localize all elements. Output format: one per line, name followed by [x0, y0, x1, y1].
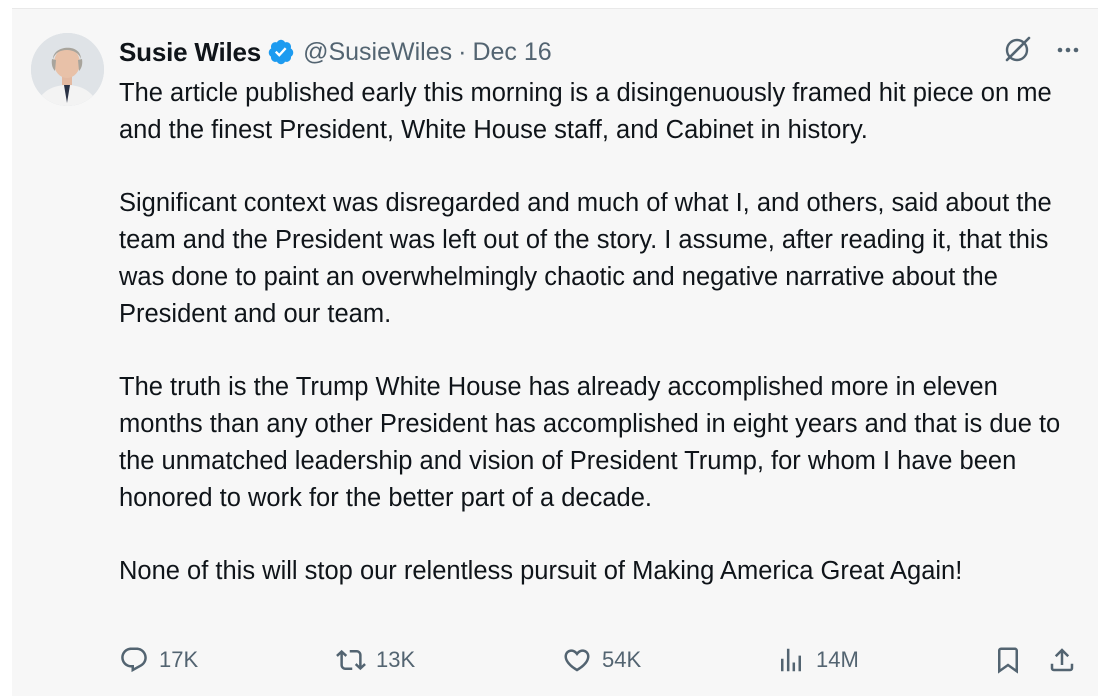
tweet-paragraph: The truth is the Trump White House has a… [119, 373, 1061, 512]
like-button[interactable]: 54K [562, 645, 641, 675]
reply-count: 17K [159, 647, 199, 672]
tweet-paragraph: The article published early this morning… [119, 79, 1052, 144]
views-count: 14M [816, 647, 859, 672]
reply-icon [119, 645, 149, 675]
tweet-header: Susie Wiles @SusieWiles · Dec 16 [119, 35, 552, 69]
more-icon[interactable] [1054, 36, 1082, 64]
tweet-date[interactable]: Dec 16 [472, 38, 551, 67]
avatar[interactable] [31, 33, 104, 106]
repost-count: 13K [376, 647, 416, 672]
like-icon [562, 645, 592, 675]
author-handle[interactable]: @SusieWiles [303, 38, 452, 67]
grok-icon[interactable] [1002, 35, 1032, 65]
author-name[interactable]: Susie Wiles [119, 37, 261, 68]
like-count: 54K [602, 647, 642, 672]
verified-badge-icon [267, 38, 295, 66]
bookmark-button[interactable] [993, 645, 1023, 675]
tweet-actions: 17K 13K 54K 14M [119, 645, 1074, 685]
separator-dot: · [458, 37, 467, 66]
tweet-card[interactable]: Susie Wiles @SusieWiles · Dec 16 The art… [12, 8, 1098, 696]
reply-button[interactable]: 17K [119, 645, 198, 675]
bookmark-icon [993, 645, 1023, 675]
views-icon [776, 645, 806, 675]
views-button[interactable]: 14M [776, 645, 859, 675]
tweet-text: The article published early this morning… [119, 75, 1079, 590]
share-icon [1047, 645, 1077, 675]
share-button[interactable] [1047, 645, 1077, 675]
repost-button[interactable]: 13K [336, 645, 415, 675]
tweet-paragraph: None of this will stop our relentless pu… [119, 557, 963, 586]
tweet-paragraph: Significant context was disregarded and … [119, 189, 1052, 328]
header-actions [1002, 35, 1082, 65]
repost-icon [336, 645, 366, 675]
